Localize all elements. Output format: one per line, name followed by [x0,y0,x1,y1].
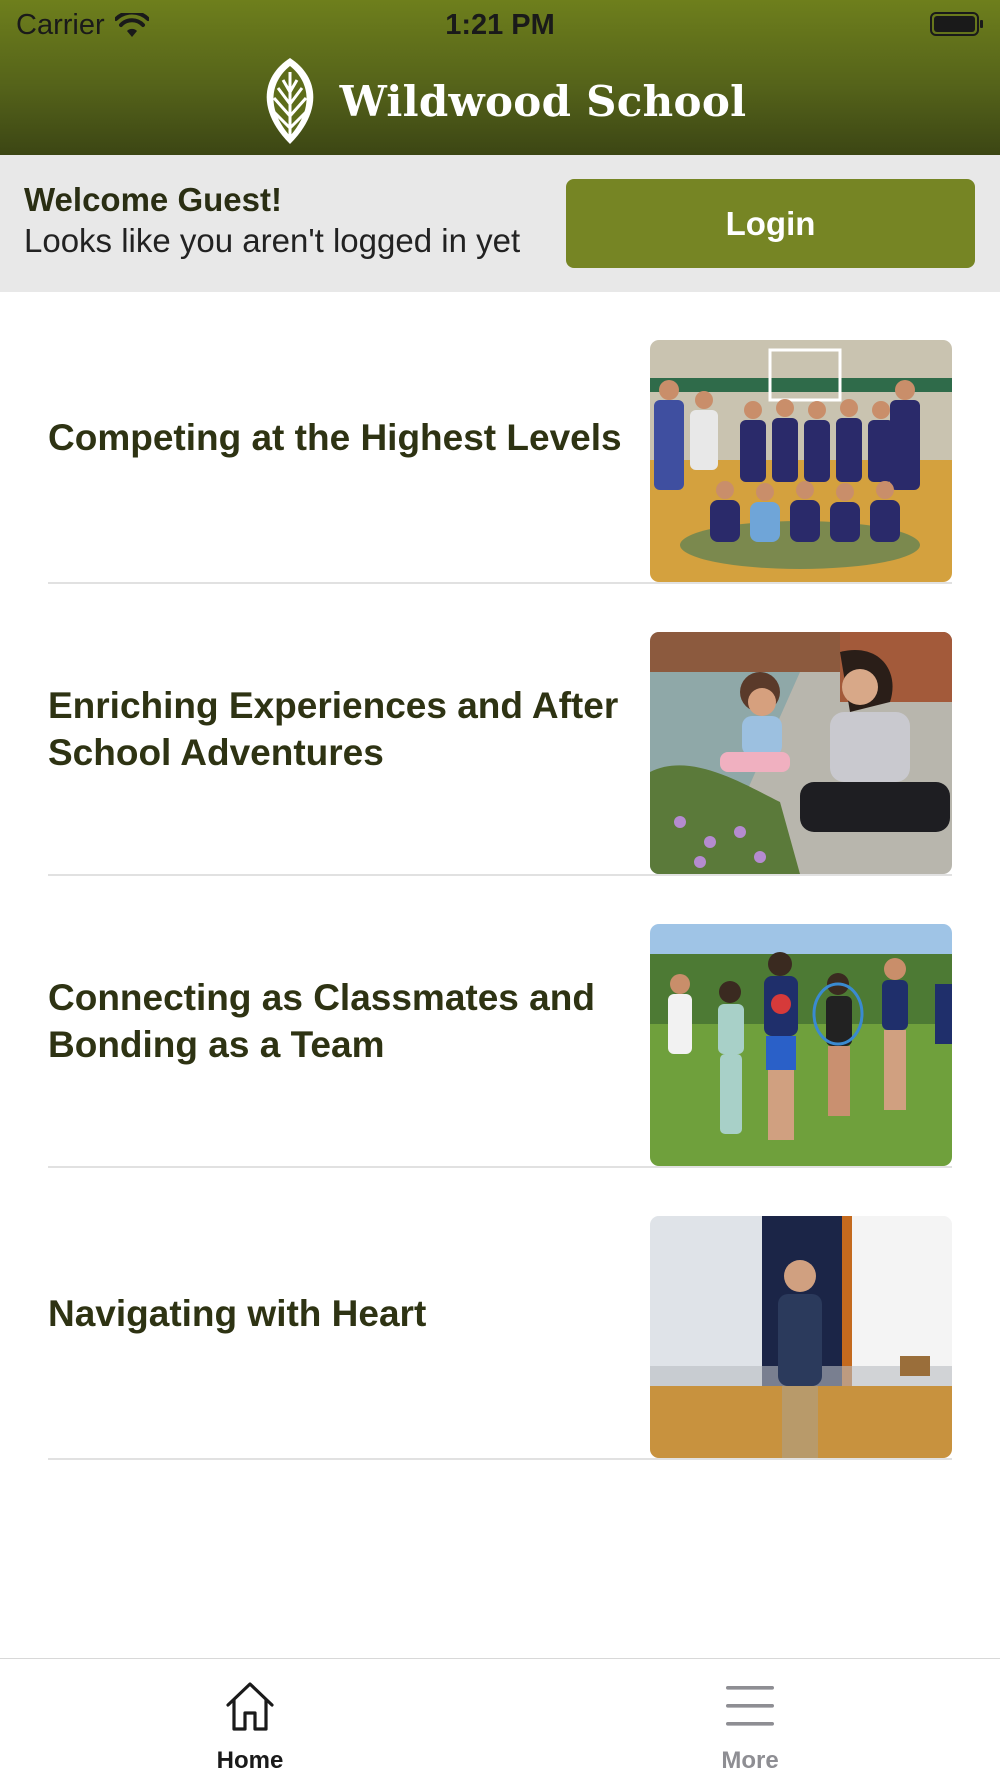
feed-divider [48,1458,952,1460]
feed-item-competing[interactable]: Competing at the Highest Levels [0,292,1000,584]
menu-icon [726,1686,774,1726]
bottom-tab-bar: Home More [0,1658,1000,1778]
battery-icon [930,12,983,36]
tab-home-label: Home [216,1747,284,1774]
feed-item-title: Enriching Experiences and After School A… [48,685,619,773]
welcome-title: Welcome Guest! [24,181,282,218]
news-feed: Competing at the Highest Levels Enrichin… [0,292,1000,1460]
speaker-on-stage-photo [650,1216,952,1458]
feed-item-title: Navigating with Heart [48,1292,427,1334]
feed-item-connecting[interactable]: Connecting as Classmates and Bonding as … [0,876,1000,1168]
feed-item-title: Connecting as Classmates and Bonding as … [48,977,595,1065]
tab-home[interactable]: Home [0,1659,500,1778]
school-name: Wildwood School [339,76,747,126]
login-button[interactable]: Login [566,179,975,268]
welcome-banner: Welcome Guest! Looks like you aren't log… [0,155,1000,292]
leaf-logo-icon [266,58,313,144]
welcome-subtitle: Looks like you aren't logged in yet [24,222,521,259]
tab-more-label: More [721,1747,779,1774]
home-icon [226,1682,274,1731]
feed-item-enriching[interactable]: Enriching Experiences and After School A… [0,584,1000,876]
app-header: Carrier 1:21 PM Wildwood School [0,0,1000,155]
feed-item-title: Competing at the Highest Levels [48,416,622,458]
tab-more[interactable]: More [500,1659,1000,1778]
status-time: 1:21 PM [445,9,555,41]
students-holding-hands-photo [650,924,952,1166]
garden-activity-photo [650,632,952,874]
volleyball-team-photo [650,340,952,582]
feed-item-navigating[interactable]: Navigating with Heart [0,1168,1000,1460]
brand-lockup: Wildwood School [0,52,1000,150]
status-bar: Carrier 1:21 PM [0,0,1000,50]
